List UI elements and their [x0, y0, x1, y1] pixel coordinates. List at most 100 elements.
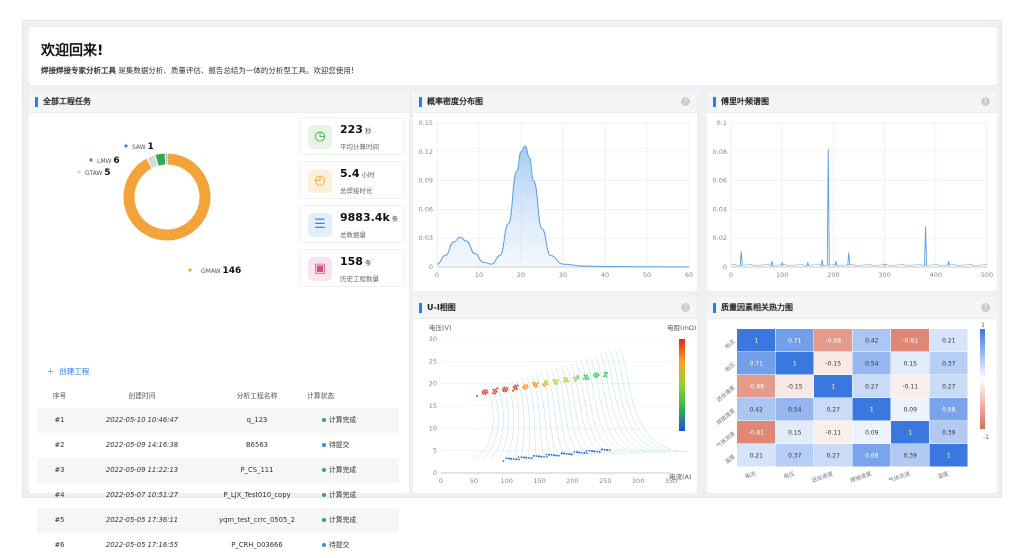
- heatmap-row-label: 电流: [723, 337, 737, 351]
- legend-dot: [77, 170, 81, 174]
- tasks-card: 全部工程任务 GMAW 146 GTAW 5 LMW 6 SAW 1 ◷ 223 秒平均计…: [29, 91, 409, 549]
- status-dot-icon: [322, 443, 326, 447]
- row-status: 待提交: [322, 533, 402, 558]
- heatmap-value: 0.68: [865, 453, 879, 460]
- pdf-chart-card: 概率密度分布图? 0 0.03 0.06 0.09 0.12 0.15 0 10 20 30 40 5…: [413, 91, 697, 291]
- ui-point: [542, 383, 545, 386]
- y-tick-label: 0.15: [419, 119, 433, 127]
- ui-point: [494, 388, 497, 391]
- ui-point: [553, 380, 556, 383]
- ui-point: [476, 395, 479, 398]
- ui-point: [532, 383, 535, 386]
- stat-value: 158 条: [340, 255, 372, 268]
- tasks-header: 全部工程任务: [29, 91, 409, 113]
- ui-point: [552, 379, 555, 382]
- heatmap-value: 0.27: [865, 384, 879, 391]
- create-project-button[interactable]: ＋ 创建工程: [47, 366, 89, 377]
- row-project-name[interactable]: P_CRH_003666: [202, 533, 312, 558]
- help-icon[interactable]: ?: [681, 303, 690, 312]
- heatmap-row-label: 气体流速: [715, 429, 737, 450]
- row-project-name[interactable]: q_123: [202, 408, 312, 433]
- ui-point: [505, 386, 508, 389]
- ui-point: [593, 375, 596, 378]
- x-tick-label: 100: [501, 477, 513, 485]
- ui-point: [597, 374, 600, 377]
- status-text: 待提交: [329, 441, 350, 449]
- table-row[interactable]: #1 2022-05-10 10:46:47 q_123 计算完成: [37, 408, 399, 433]
- pdf-chart: 0 0.03 0.06 0.09 0.12 0.15 0 10 20 30 40 50 60: [419, 119, 694, 279]
- stat-label: 总数据量: [340, 231, 366, 239]
- row-id: #3: [54, 466, 65, 474]
- ui-trajectory: [605, 352, 664, 453]
- ui-point: [483, 391, 486, 394]
- heatmap-col-label: 温度: [936, 469, 950, 480]
- ui-chart-card: U-I相图? 电压(V) 电流(A) 电阻(mΩ) 0 5 10 15 20 25 30 0 50 10…: [413, 297, 697, 493]
- table-row[interactable]: #6 2022-05-05 17:16:55 P_CRH_003666 待提交: [37, 533, 399, 558]
- ui-point: [593, 450, 596, 453]
- donut-label-gmaw: GMAW 146: [201, 266, 241, 276]
- fft-peak: [739, 251, 743, 266]
- ui-point: [515, 386, 518, 389]
- ui-point: [543, 381, 546, 384]
- help-icon[interactable]: ?: [681, 97, 690, 106]
- column-header: 创建时间: [128, 392, 156, 400]
- donut-label-saw: SAW 1: [132, 142, 154, 152]
- ui-point: [565, 377, 568, 380]
- fft-peak: [806, 261, 810, 266]
- y-tick-label: 30: [429, 335, 437, 343]
- status-text: 计算完成: [329, 416, 357, 424]
- heatmap-chart: 1 0.71 -0.68 0.42 -0.81 0.21 0.71 1 -0.15 0.54 0.1…: [715, 322, 990, 484]
- ui-point: [564, 378, 567, 381]
- row-project-name[interactable]: P_LJX_Test010_copy: [202, 483, 312, 508]
- heatmap-row-label: 送丝速度: [715, 383, 737, 404]
- column-header: 分析工程名称: [236, 392, 278, 400]
- status-dot-icon: [322, 493, 326, 497]
- row-status: 计算完成: [322, 483, 402, 508]
- fft-chart-card: 傅里叶频谱图? 0 0.02 0.04 0.06 0.08 0.1 0 100 200 300 40…: [707, 91, 997, 291]
- heatmap-card: 质量因素相关热力图? 1 0.71 -0.68 0.42 -0.81 0.21 0.71 1 -…: [707, 297, 997, 493]
- help-icon[interactable]: ?: [981, 303, 990, 312]
- ui-trajectory: [565, 364, 601, 455]
- donut-label-gtaw: GTAW 5: [85, 168, 111, 178]
- ui-trajectory: [505, 382, 514, 458]
- heatmap-value: 1: [793, 361, 797, 368]
- ui-point: [545, 453, 548, 456]
- ui-point: [567, 380, 570, 383]
- row-project-name[interactable]: B6563: [202, 433, 312, 458]
- table-row[interactable]: #4 2022-05-07 10:51:27 P_LJX_Test010_copy 计…: [37, 483, 399, 508]
- ui-point: [553, 454, 555, 457]
- ui-trajectory: [555, 367, 585, 456]
- heatmap-value: 1: [831, 384, 835, 391]
- x-tick-label: 300: [878, 271, 890, 279]
- ui-point: [560, 452, 563, 455]
- colorbar-max-label: 1: [981, 322, 985, 329]
- row-id: #5: [54, 516, 65, 524]
- ui-point: [546, 383, 549, 386]
- ui-point: [503, 386, 506, 389]
- ui-point: [585, 449, 588, 452]
- heatmap-value: 0.71: [750, 361, 764, 368]
- ui-trajectory: [516, 379, 525, 458]
- ui-trajectory: [580, 360, 624, 454]
- status-text: 计算完成: [329, 466, 357, 474]
- ui-point: [483, 389, 486, 392]
- row-project-name[interactable]: P_CS_111: [202, 458, 312, 483]
- donut-label-lmw: LMW 6: [97, 156, 120, 166]
- table-row[interactable]: #2 2022-05-09 14:16:38 B6563 待提交: [37, 433, 399, 458]
- ui-point: [603, 371, 606, 374]
- table-row[interactable]: #5 2022-05-05 17:36:11 yqm_test_crrc_0505_…: [37, 508, 399, 533]
- colorbar: [679, 339, 685, 431]
- table-row[interactable]: #3 2022-05-09 11:22:13 P_CS_111 计算完成: [37, 458, 399, 483]
- ui-point: [583, 452, 586, 454]
- heatmap-value: 0.09: [904, 407, 918, 414]
- help-icon[interactable]: ?: [981, 97, 990, 106]
- row-project-name[interactable]: yqm_test_crrc_0505_2: [202, 508, 312, 533]
- ui-point: [585, 374, 588, 377]
- ui-point: [524, 385, 527, 388]
- row-status: 计算完成: [322, 508, 402, 533]
- x-tick-label: 60: [685, 271, 693, 279]
- ui-point: [563, 376, 566, 379]
- ui-point: [590, 450, 593, 453]
- ui-point: [543, 455, 545, 458]
- stat-value: 223 秒: [340, 123, 372, 136]
